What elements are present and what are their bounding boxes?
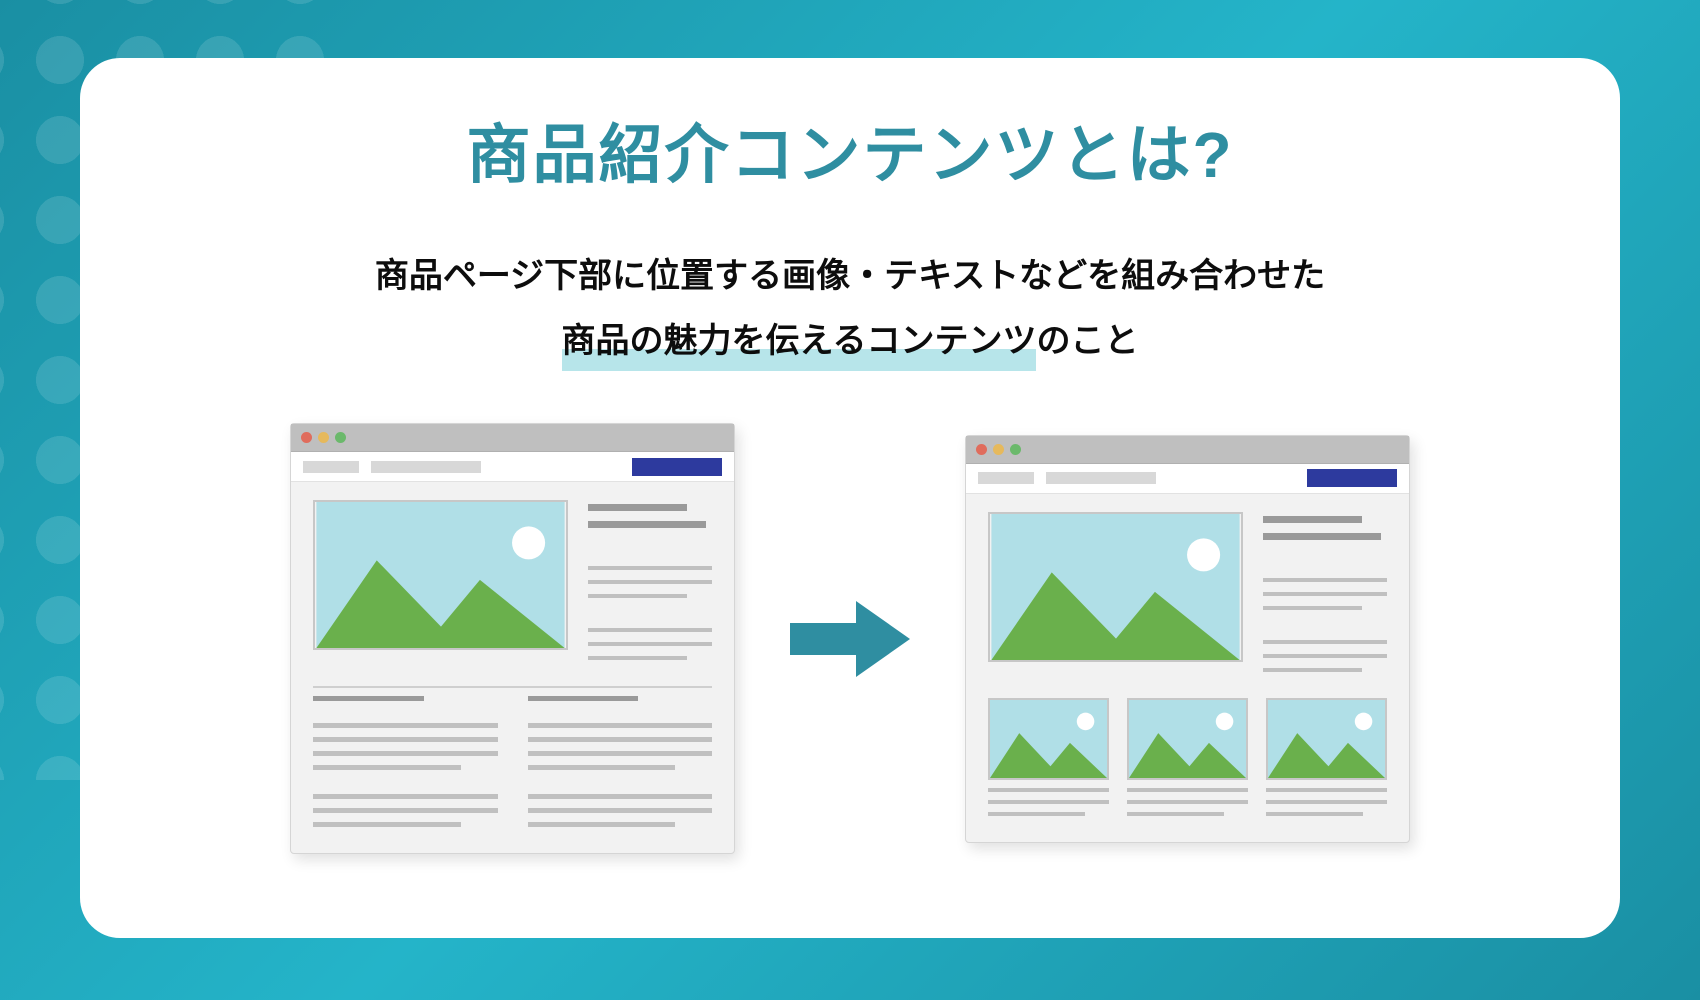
window-maximize-icon xyxy=(335,432,346,443)
window-minimize-icon xyxy=(993,444,1004,455)
description-suffix: のこと xyxy=(1036,322,1138,360)
thumbnail-image-icon xyxy=(988,698,1109,780)
browser-mock-after xyxy=(965,435,1410,843)
cta-button-placeholder xyxy=(632,458,722,476)
content-card-thumb xyxy=(1127,698,1248,816)
window-minimize-icon xyxy=(318,432,329,443)
toolbar xyxy=(291,452,734,482)
titlebar xyxy=(291,424,734,452)
viewport xyxy=(966,494,1409,842)
sidebar-text xyxy=(588,500,712,660)
description-line2: 商品の魅力を伝えるコンテンツのこと xyxy=(180,309,1520,374)
nav-item xyxy=(303,461,359,473)
highlighted-text: 商品の魅力を伝えるコンテンツ xyxy=(562,309,1037,374)
description-line1: 商品ページ下部に位置する画像・テキストなどを組み合わせた xyxy=(180,244,1520,309)
sidebar-text xyxy=(1263,512,1387,672)
viewport xyxy=(291,482,734,853)
nav-item xyxy=(371,461,481,473)
thumbnail-image-icon xyxy=(1127,698,1248,780)
page-title: 商品紹介コンテンツとは? xyxy=(180,104,1520,196)
text-columns xyxy=(313,696,712,827)
titlebar xyxy=(966,436,1409,464)
browser-mock-before xyxy=(290,423,735,854)
content-card-thumb xyxy=(988,698,1109,816)
content-card: 商品紹介コンテンツとは? 商品ページ下部に位置する画像・テキストなどを組み合わせ… xyxy=(80,58,1620,938)
toolbar xyxy=(966,464,1409,494)
hero-image-icon xyxy=(313,500,568,650)
comparison-row xyxy=(180,423,1520,854)
content-card-thumb xyxy=(1266,698,1387,816)
cta-button-placeholder xyxy=(1307,469,1397,487)
window-maximize-icon xyxy=(1010,444,1021,455)
divider xyxy=(313,686,712,688)
window-close-icon xyxy=(976,444,987,455)
description: 商品ページ下部に位置する画像・テキストなどを組み合わせた 商品の魅力を伝えるコン… xyxy=(180,244,1520,373)
hero-image-icon xyxy=(988,512,1243,662)
nav-item xyxy=(978,472,1034,484)
nav-item xyxy=(1046,472,1156,484)
thumbnail-image-icon xyxy=(1266,698,1387,780)
window-close-icon xyxy=(301,432,312,443)
arrow-right-icon xyxy=(790,595,910,683)
content-thumbnails xyxy=(988,698,1387,816)
